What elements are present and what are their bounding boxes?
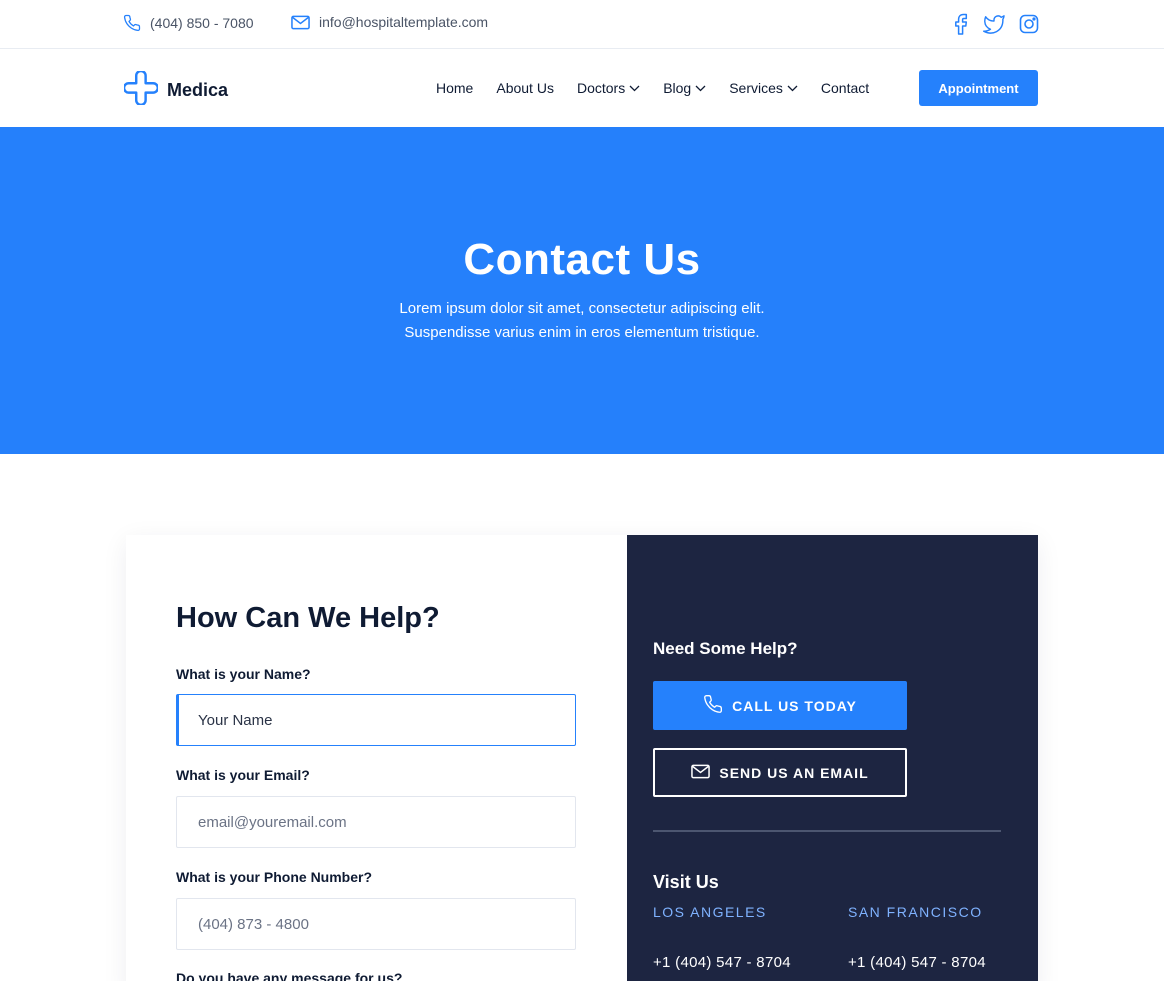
location-city: LOS ANGELES (653, 904, 767, 920)
facebook-icon[interactable] (954, 13, 968, 35)
form-title: How Can We Help? (176, 602, 440, 634)
topbar-email-text: info@hospitaltemplate.com (319, 14, 489, 30)
chevron-down-icon (787, 85, 798, 91)
topbar-phone[interactable]: (404) 850 - 7080 (123, 14, 254, 32)
instagram-icon[interactable] (1019, 14, 1039, 34)
twitter-icon[interactable] (982, 14, 1005, 34)
hero-banner: Contact Us Lorem ipsum dolor sit amet, c… (0, 127, 1164, 454)
divider (653, 830, 1001, 832)
message-label: Do you have any message for us? (176, 970, 403, 981)
topbar-phone-text: (404) 850 - 7080 (150, 15, 254, 31)
hero-subtitle-line: Suspendisse varius enim in eros elementu… (404, 324, 760, 341)
email-field-placeholder: email@youremail.com (198, 813, 347, 831)
visit-us-title: Visit Us (653, 872, 719, 892)
nav-item-services[interactable]: Services (729, 80, 798, 96)
nav-item-doctors[interactable]: Doctors (577, 80, 640, 96)
mail-icon (691, 764, 711, 782)
phone-field[interactable]: (404) 873 - 4800 (176, 898, 576, 950)
name-field-value: Your Name (198, 711, 273, 729)
chevron-down-icon (695, 85, 706, 91)
nav-item-label: Contact (820, 80, 870, 96)
mail-icon (291, 15, 310, 30)
phone-icon (123, 14, 141, 32)
location-city: SAN FRANCISCO (848, 904, 983, 920)
email-field[interactable]: email@youremail.com (176, 796, 576, 848)
call-us-button[interactable]: CALL US TODAY (653, 681, 907, 730)
nav-item-label: Doctors (576, 80, 626, 96)
nav-item-blog[interactable]: Blog (663, 80, 706, 96)
contact-card: How Can We Help? What is your Name? Your… (126, 535, 1038, 981)
topbar-email[interactable]: info@hospitaltemplate.com (291, 14, 488, 30)
phone-icon (703, 694, 723, 717)
brand-logo[interactable]: Medica (122, 69, 229, 110)
hero-subtitle-line: Lorem ipsum dolor sit amet, consectetur … (399, 300, 765, 317)
send-email-button[interactable]: SEND US AN EMAIL (653, 748, 907, 797)
hero-subtitle: Lorem ipsum dolor sit amet, consectetur … (0, 297, 1164, 345)
location-phone[interactable]: +1 (404) 547 - 8704 (653, 954, 791, 971)
medical-cross-icon (122, 69, 159, 110)
phone-field-placeholder: (404) 873 - 4800 (198, 915, 309, 933)
top-bar: (404) 850 - 7080 info@hospitaltemplate.c… (0, 0, 1164, 49)
chevron-down-icon (629, 85, 640, 91)
social-links (954, 13, 1039, 35)
email-label: What is your Email? (176, 767, 310, 783)
nav-item-label: Services (729, 80, 783, 96)
call-us-label: CALL US TODAY (732, 697, 857, 714)
nav-menu: Home About Us Doctors Blog Services Cont… (436, 80, 892, 96)
main-navbar: Medica Home About Us Doctors Blog Servic… (0, 50, 1164, 127)
nav-item-label: About Us (496, 80, 554, 96)
brand-name: Medica (167, 80, 229, 100)
name-field[interactable]: Your Name (176, 694, 576, 746)
location-phone[interactable]: +1 (404) 547 - 8704 (848, 954, 986, 971)
nav-item-label: Blog (663, 80, 692, 96)
page-title: Contact Us (463, 235, 701, 284)
name-label: What is your Name? (176, 666, 311, 682)
nav-item-home[interactable]: Home (436, 80, 473, 96)
send-email-label: SEND US AN EMAIL (719, 764, 869, 781)
appointment-button[interactable]: Appointment (919, 70, 1038, 106)
nav-item-contact[interactable]: Contact (821, 80, 869, 96)
phone-label: What is your Phone Number? (176, 869, 373, 885)
help-panel: Need Some Help? CALL US TODAY SEND US AN… (627, 535, 1038, 981)
contact-form: How Can We Help? What is your Name? Your… (126, 535, 627, 981)
nav-item-label: Home (436, 80, 474, 96)
nav-item-about-us[interactable]: About Us (496, 80, 554, 96)
help-title: Need Some Help? (653, 639, 798, 658)
